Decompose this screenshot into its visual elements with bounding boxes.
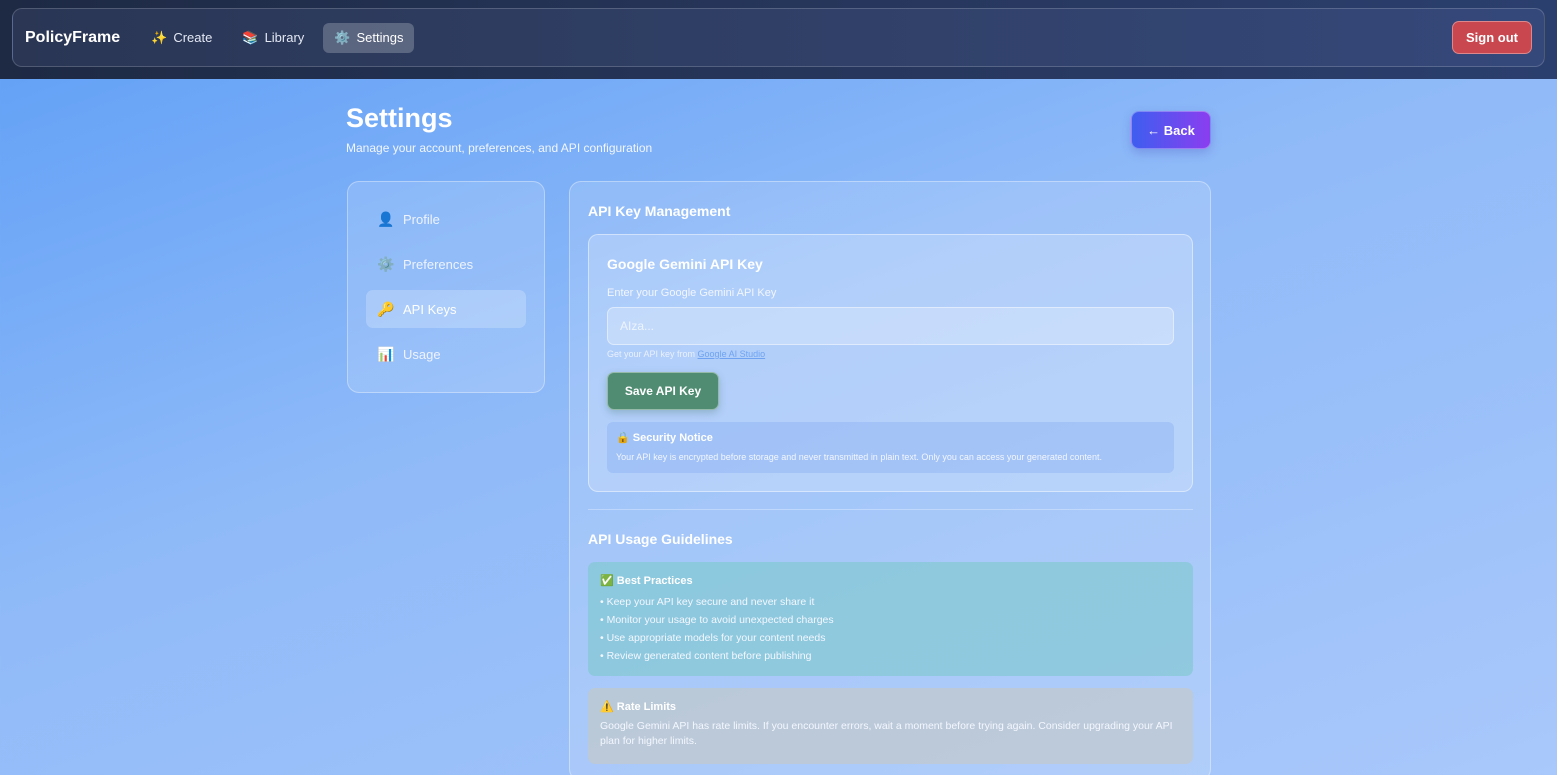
list-item: • Monitor your usage to avoid unexpected… <box>600 614 834 626</box>
sidebar-item-label: Profile <box>403 211 440 227</box>
sign-out-button[interactable]: Sign out <box>1452 21 1532 54</box>
user-icon: 👤 <box>377 210 395 227</box>
gear-icon: ⚙️ <box>377 255 395 272</box>
sidebar-item-label: Preferences <box>403 256 474 272</box>
api-key-field-label: Enter your Google Gemini API Key <box>607 287 777 299</box>
brand-logo[interactable]: PolicyFrame <box>25 29 120 47</box>
nav-library-label: Library <box>264 30 305 45</box>
nav-settings-label: Settings <box>356 30 404 45</box>
best-practices-box: ✅ Best Practices • Keep your API key sec… <box>588 562 1193 676</box>
section-divider <box>588 509 1193 510</box>
sidebar-item-preferences[interactable]: ⚙️ Preferences <box>366 245 526 283</box>
security-notice: 🔒 Security Notice Your API key is encryp… <box>607 422 1174 473</box>
sidebar-item-label: Usage <box>403 346 441 362</box>
list-item: • Use appropriate models for your conten… <box>600 632 826 644</box>
bar-chart-icon: 📊 <box>377 345 395 362</box>
page-title: Settings <box>346 103 453 133</box>
books-icon: 📚 <box>242 29 259 45</box>
page-subtitle: Manage your account, preferences, and AP… <box>346 141 653 155</box>
google-ai-studio-link[interactable]: Google AI Studio <box>698 349 766 359</box>
top-bar-background: PolicyFrame ✨ Create 📚 Library ⚙️ Settin… <box>0 0 1557 79</box>
sidebar-item-api-keys[interactable]: 🔑 API Keys <box>366 290 526 328</box>
security-notice-text: Your API key is encrypted before storage… <box>616 452 1102 462</box>
settings-sidebar: 👤 Profile ⚙️ Preferences 🔑 API Keys 📊 Us… <box>347 181 545 393</box>
rate-limits-text: Google Gemini API has rate limits. If yo… <box>600 720 1173 747</box>
list-item: • Keep your API key secure and never sha… <box>600 596 815 608</box>
hint-text: Get your API key from <box>607 349 698 359</box>
section-title-api-key-management: API Key Management <box>588 203 731 219</box>
best-practices-title: ✅ Best Practices <box>600 575 693 587</box>
save-api-key-button[interactable]: Save API Key <box>607 372 719 410</box>
rate-limits-title: ⚠️ Rate Limits <box>600 701 677 713</box>
nav-create[interactable]: ✨ Create <box>140 23 223 53</box>
gear-icon: ⚙️ <box>334 29 351 45</box>
sidebar-item-profile[interactable]: 👤 Profile <box>366 200 526 238</box>
api-key-input[interactable] <box>607 307 1174 345</box>
back-button[interactable]: ← Back <box>1131 111 1211 149</box>
gemini-api-key-card: Google Gemini API Key Enter your Google … <box>588 234 1193 492</box>
list-item: • Review generated content before publis… <box>600 650 812 662</box>
api-keys-panel: API Key Management Google Gemini API Key… <box>569 181 1211 775</box>
card-title: Google Gemini API Key <box>607 256 763 272</box>
key-icon: 🔑 <box>377 300 395 317</box>
nav-settings[interactable]: ⚙️ Settings <box>323 22 415 53</box>
sparkles-icon: ✨ <box>151 29 168 45</box>
sidebar-item-usage[interactable]: 📊 Usage <box>366 335 526 373</box>
nav-create-label: Create <box>173 30 213 45</box>
rate-limits-box: ⚠️ Rate Limits Google Gemini API has rat… <box>588 688 1193 764</box>
api-key-hint: Get your API key from Google AI Studio <box>607 349 765 359</box>
sidebar-item-label: API Keys <box>403 301 457 317</box>
security-notice-title: 🔒 Security Notice <box>616 432 713 444</box>
best-practices-list: • Keep your API key secure and never sha… <box>600 593 1181 665</box>
section-title-api-usage-guidelines: API Usage Guidelines <box>588 531 733 547</box>
top-nav-bar: PolicyFrame ✨ Create 📚 Library ⚙️ Settin… <box>12 8 1545 67</box>
nav-library[interactable]: 📚 Library <box>231 23 315 53</box>
